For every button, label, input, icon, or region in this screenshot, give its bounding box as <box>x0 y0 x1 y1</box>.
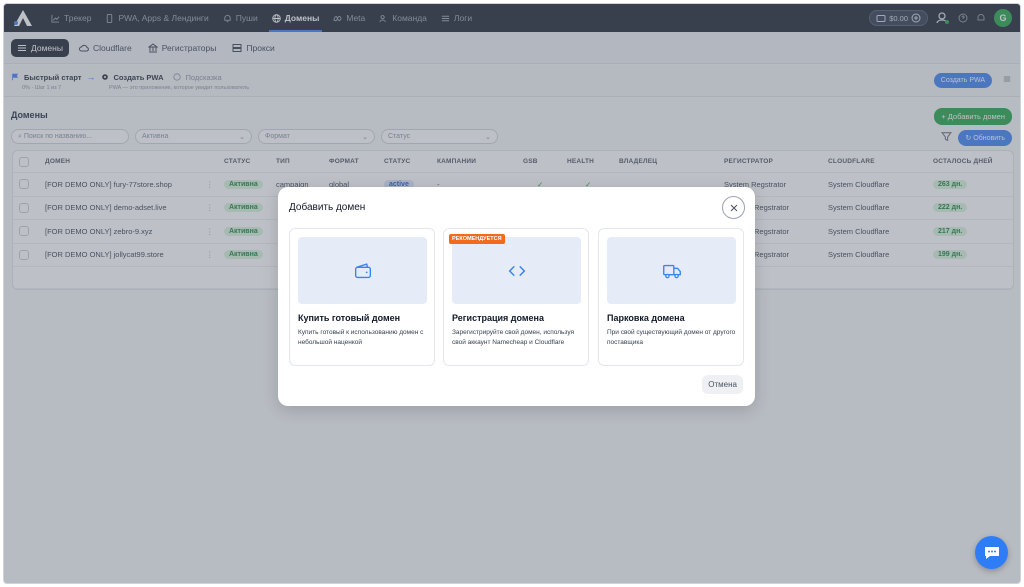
modal-title: Добавить домен <box>289 202 366 213</box>
code-icon <box>508 265 525 276</box>
wallet-icon <box>354 262 371 278</box>
park-domain-card[interactable]: Парковка домена При свой существующий до… <box>598 228 744 366</box>
close-icon <box>730 204 737 211</box>
app-window: Трекер PWA, Apps & Лендинги Пуши Домены … <box>3 3 1021 584</box>
truck-icon <box>662 264 681 278</box>
recommended-badge: РЕКОМЕНДУЕТСЯ <box>449 234 505 244</box>
close-button[interactable] <box>722 196 745 219</box>
cancel-button[interactable]: Отмена <box>702 375 743 394</box>
card-title: Регистрация домена <box>452 313 544 323</box>
card-title: Парковка домена <box>607 313 685 323</box>
card-illustration <box>298 237 427 304</box>
card-description: Купить готовый к использованию домен с н… <box>298 329 424 346</box>
card-description: При свой существующий домен от другого п… <box>607 329 736 346</box>
card-title: Купить готовый домен <box>298 313 401 323</box>
register-domain-card[interactable]: РЕКОМЕНДУЕТСЯ Регистрация домена Зарегис… <box>443 228 589 366</box>
buy-domain-card[interactable]: Купить готовый домен Купить готовый к ис… <box>289 228 435 366</box>
add-domain-modal: Добавить домен Купить готовый домен Купи… <box>278 187 755 406</box>
chat-icon <box>984 546 999 559</box>
card-description: Зарегистрируйте свой домен, используя св… <box>452 329 575 346</box>
chat-button[interactable] <box>975 536 1008 569</box>
card-illustration <box>452 237 581 304</box>
card-illustration <box>607 237 736 304</box>
